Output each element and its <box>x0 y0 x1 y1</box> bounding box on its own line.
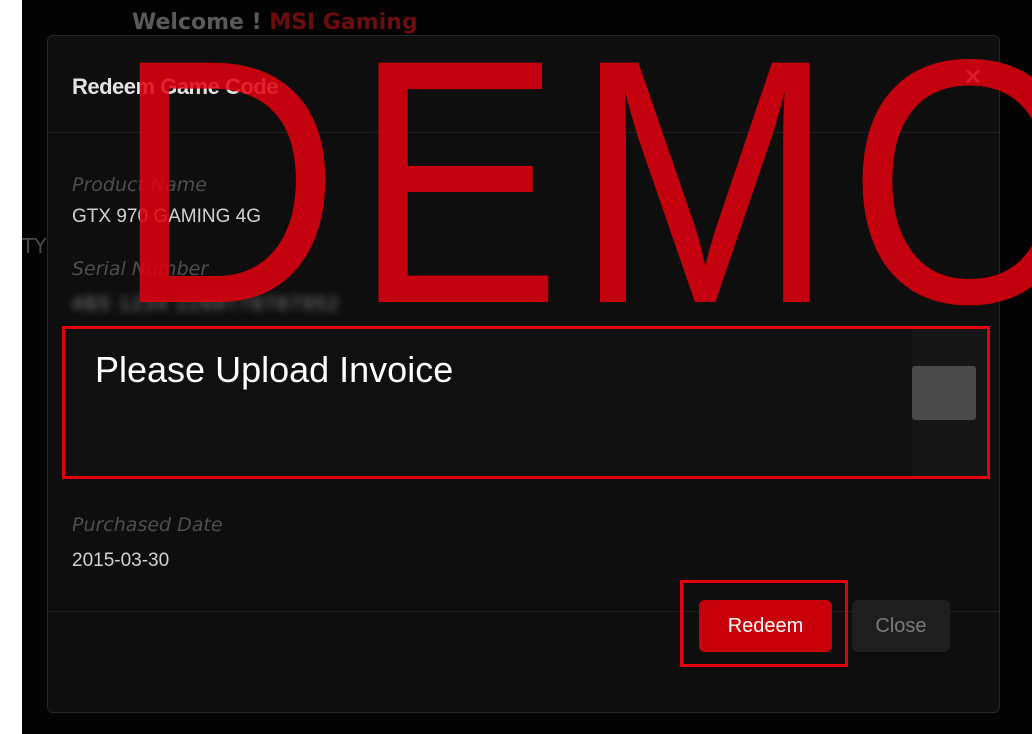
close-button[interactable]: Close <box>852 600 950 652</box>
modal-header: Redeem Game Code × <box>48 36 999 133</box>
close-icon[interactable]: × <box>963 62 983 90</box>
upload-invoice-label: Please Upload Invoice <box>95 349 454 390</box>
welcome-prefix: Welcome ! <box>132 10 270 35</box>
purchased-date-label: Purchased Date <box>72 514 223 536</box>
app-screen: Welcome ! MSI Gaming TY Redeem Game Code… <box>22 0 1032 734</box>
upload-scrollbar-thumb[interactable] <box>912 366 976 420</box>
upload-scrollbar-track[interactable] <box>912 329 987 476</box>
serial-number-label: Serial Number <box>72 258 209 280</box>
redeem-button[interactable]: Redeem <box>699 600 832 652</box>
background-welcome-text: Welcome ! MSI Gaming <box>132 10 418 35</box>
purchased-date-value: 2015-03-30 <box>72 550 170 571</box>
background-side-text: TY <box>22 234 47 258</box>
product-name-value: GTX 970 GAMING 4G <box>72 206 261 227</box>
product-name-label: Product Name <box>72 174 207 196</box>
welcome-username: MSI Gaming <box>269 10 418 35</box>
serial-number-value: 4B5 1234 2268778787952 <box>72 294 341 315</box>
modal-title: Redeem Game Code <box>72 74 278 99</box>
invoice-upload-area[interactable]: Please Upload Invoice <box>62 326 990 479</box>
